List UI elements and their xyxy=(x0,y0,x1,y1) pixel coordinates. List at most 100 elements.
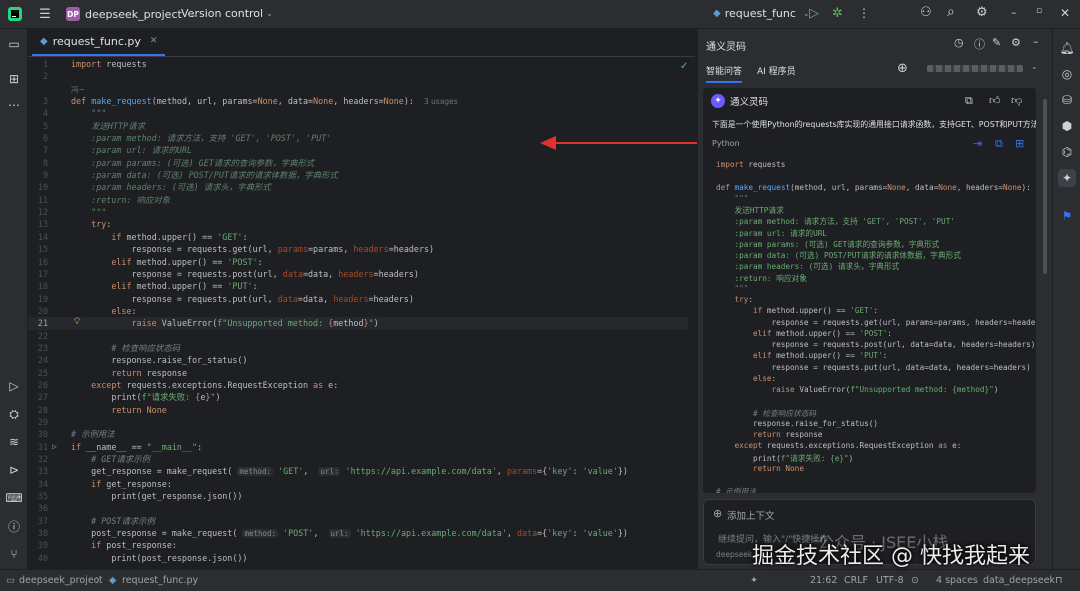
line-text[interactable]: # POST请求示例 xyxy=(71,515,155,527)
tab-ai-programmer[interactable]: AI 程序员 xyxy=(757,64,796,77)
line-text[interactable]: :param method: 请求方法，支持 'GET', 'POST', 'P… xyxy=(71,132,331,144)
breadcrumb-file[interactable]: request_func.py xyxy=(122,575,198,586)
indent-setting[interactable]: 4 spaces xyxy=(936,575,978,586)
line-text[interactable]: raise ValueError(f"Unsupported method: {… xyxy=(71,317,379,329)
add-context-label[interactable]: 添加上下文 xyxy=(727,508,775,522)
line-text[interactable]: print(post_response.json()) xyxy=(71,552,247,564)
lock-icon[interactable]: ⊙ xyxy=(911,575,919,586)
maximize-icon[interactable]: ▫ xyxy=(1036,6,1042,16)
intention-bulb-icon[interactable]: 💡︎ xyxy=(74,316,80,328)
settings-gear-icon[interactable]: ⚙ xyxy=(1011,36,1021,49)
project-folder-icon[interactable]: ▭ xyxy=(5,35,23,53)
code-line[interactable]: 26 except requests.exceptions.RequestExc… xyxy=(28,379,688,391)
code-line[interactable]: 39 if post_response: xyxy=(28,539,688,551)
cursor-position[interactable]: 21:62 xyxy=(810,575,837,586)
chevron-down-icon[interactable]: ⌄ xyxy=(1031,62,1038,71)
git-icon[interactable]: ⑂ xyxy=(5,545,23,563)
main-menu-icon[interactable]: ☰ xyxy=(36,5,54,23)
close-tab-icon[interactable]: ✕ xyxy=(150,36,158,46)
notifications-icon[interactable]: 🔔︎ xyxy=(1058,39,1076,57)
code-line[interactable]: 36 xyxy=(28,502,688,514)
code-line[interactable]: 17 response = requests.post(url, data=da… xyxy=(28,268,688,280)
line-text[interactable]: get_response = make_request( method: 'GE… xyxy=(71,465,628,478)
run-icon[interactable]: ▷ xyxy=(809,6,819,21)
line-text[interactable]: """ xyxy=(71,206,106,218)
code-line[interactable]: 3 def make_request(method, url, params=No… xyxy=(28,95,688,107)
vcs-menu[interactable]: Version control ⌄ xyxy=(181,7,273,20)
line-text[interactable]: import requests xyxy=(71,58,147,70)
line-text[interactable]: :param data: (可选) POST/PUT请求的请求体数据，字典形式 xyxy=(71,169,338,181)
line-text[interactable]: # GET请求示例 xyxy=(71,453,150,465)
line-text[interactable]: # 检查响应状态码 xyxy=(71,342,180,354)
ai-assistant-icon[interactable]: ◎ xyxy=(1058,65,1076,83)
code-line[interactable]: 9 :param data: (可选) POST/PUT请求的请求体数据，字典形… xyxy=(28,169,688,181)
project-selector[interactable]: DP deepseek_project ⌄ xyxy=(66,7,197,21)
code-line[interactable]: 35 print(get_response.json()) xyxy=(28,490,688,502)
code-line[interactable]: 18 elif method.upper() == 'PUT': xyxy=(28,280,688,292)
code-line[interactable]: 24 response.raise_for_status() xyxy=(28,354,688,366)
line-text[interactable]: :param params: (可选) GET请求的查询参数，字典形式 xyxy=(71,157,314,169)
add-chat-icon[interactable]: ⊕ xyxy=(897,61,908,76)
code-line[interactable]: 16 elif method.upper() == 'POST': xyxy=(28,256,688,268)
settings-gear-icon[interactable]: ⚙ xyxy=(976,5,988,20)
history-icon[interactable]: ◷ xyxy=(954,36,964,49)
line-text[interactable]: return None xyxy=(71,404,166,416)
python-interpreter[interactable]: data_deepseek xyxy=(983,575,1055,586)
line-text[interactable]: print(get_response.json()) xyxy=(71,490,242,502)
edit-icon[interactable]: ✎ xyxy=(992,36,1001,49)
add-context-icon[interactable]: ⊕ xyxy=(713,507,722,520)
layers-icon[interactable]: ≋ xyxy=(5,433,23,451)
line-text[interactable]: if __name__ == "__main__": xyxy=(71,441,202,453)
code-line[interactable]: 29 xyxy=(28,416,688,428)
line-text[interactable]: if method.upper() == 'GET': xyxy=(71,231,247,243)
help-icon[interactable]: ⓘ xyxy=(974,36,985,52)
copy-icon[interactable]: ⧉ xyxy=(965,94,973,108)
code-line[interactable]: 28 return None xyxy=(28,404,688,416)
model-selector[interactable]: deepseek xyxy=(716,550,752,559)
code-line[interactable]: 19 response = requests.put(url, data=dat… xyxy=(28,293,688,305)
interpreter-lock-icon[interactable]: ⊓ xyxy=(1055,575,1062,586)
code-line[interactable]: 11 :return: 响应对象 xyxy=(28,194,688,206)
line-text[interactable]: if get_response: xyxy=(71,478,172,490)
line-text[interactable]: :return: 响应对象 xyxy=(71,194,170,206)
python-packages-icon[interactable]: ⛭ xyxy=(5,405,23,423)
new-file-icon[interactable]: ⊞ xyxy=(1015,137,1024,150)
tools-icon[interactable]: ⚑ xyxy=(1058,207,1076,225)
tongyi-lingma-icon[interactable]: ✦ xyxy=(1058,169,1076,187)
sciview-icon[interactable]: ⬢ xyxy=(1058,117,1076,135)
line-text[interactable]: 冯~ xyxy=(71,83,85,96)
close-window-icon[interactable]: ✕ xyxy=(1060,6,1070,20)
code-line[interactable]: 27 print(f"请求失败: {e}") xyxy=(28,391,688,403)
database-icon[interactable]: ⛁ xyxy=(1058,91,1076,109)
line-text[interactable]: elif method.upper() == 'POST': xyxy=(71,256,262,268)
line-text[interactable]: try: xyxy=(71,218,111,230)
code-line[interactable]: 22 xyxy=(28,330,688,342)
structure-icon[interactable]: ⊞ xyxy=(5,70,23,88)
line-text[interactable]: response = requests.put(url, data=data, … xyxy=(71,293,414,305)
line-text[interactable]: post_response = make_request( method: 'P… xyxy=(71,527,628,540)
add-user-icon[interactable]: ⚇ xyxy=(920,5,932,20)
code-line[interactable]: 33 get_response = make_request( method: … xyxy=(28,465,688,477)
code-line[interactable]: 4 """ xyxy=(28,107,688,119)
line-text[interactable]: # 示例用法 xyxy=(71,428,115,440)
code-line[interactable]: 1 import requests xyxy=(28,58,688,70)
code-line[interactable]: 34 if get_response: xyxy=(28,478,688,490)
line-separator[interactable]: CRLF xyxy=(844,575,868,586)
code-line[interactable]: 8 :param params: (可选) GET请求的查询参数，字典形式 xyxy=(28,157,688,169)
line-text[interactable]: response = requests.get(url, params=para… xyxy=(71,243,435,255)
tab-request-func[interactable]: ◆ request_func.py ✕ xyxy=(32,28,166,56)
lingma-status-icon[interactable]: ✦ xyxy=(750,575,758,586)
code-line[interactable]: 12 """ xyxy=(28,206,688,218)
panel-scrollbar[interactable] xyxy=(1043,99,1047,274)
code-line[interactable]: 冯~ xyxy=(28,83,688,95)
code-line[interactable]: 15 response = requests.get(url, params=p… xyxy=(28,243,688,255)
code-line[interactable]: 14 if method.upper() == 'GET': xyxy=(28,231,688,243)
code-line[interactable]: 37 # POST请求示例 xyxy=(28,515,688,527)
run-tool-icon[interactable]: ▷ xyxy=(5,377,23,395)
code-line[interactable]: 20 else: xyxy=(28,305,688,317)
thumbs-up-icon[interactable]: 👍︎ xyxy=(989,94,1001,107)
code-line[interactable]: 2 xyxy=(28,70,688,82)
file-encoding[interactable]: UTF-8 xyxy=(876,575,904,586)
run-config-selector[interactable]: ◆ request_func ⌄ xyxy=(713,7,810,20)
code-line[interactable]: 23 # 检查响应状态码 xyxy=(28,342,688,354)
